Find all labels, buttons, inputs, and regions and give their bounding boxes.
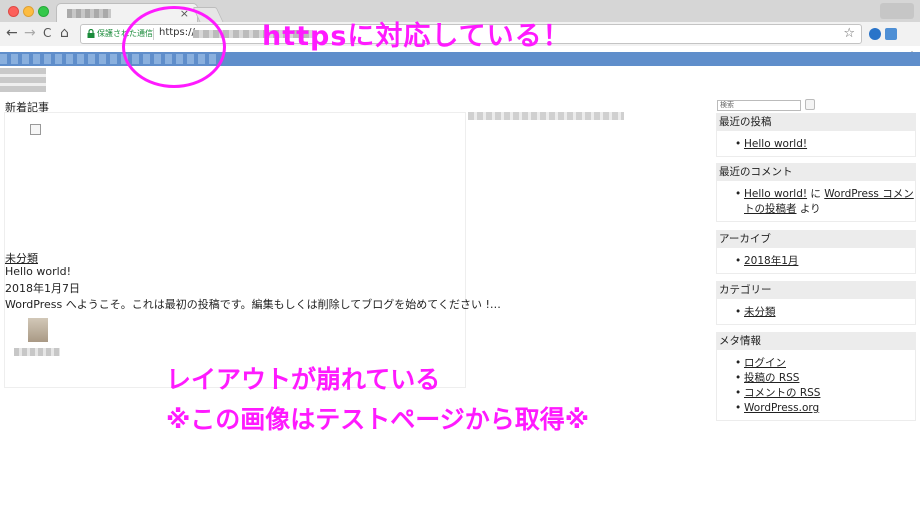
bookmark-star-icon[interactable]: ☆ [843,26,855,41]
reload-icon[interactable]: C [43,25,51,41]
annotation-circle [122,6,226,88]
maximize-window-button[interactable] [38,6,49,17]
list-item: 2018年1月 [735,254,915,269]
list-item: Hello world! [735,137,915,152]
extension-icon-2[interactable] [885,28,897,40]
author-name-blurred [14,348,60,356]
extension-icon[interactable] [869,28,881,40]
comment-connector: に [807,188,825,200]
login-link[interactable]: ログイン [744,357,786,369]
posts-rss-link[interactable]: 投稿の RSS [744,372,799,384]
categories-widget: カテゴリー 未分類 [716,281,916,325]
comment-post-link[interactable]: Hello world! [744,188,807,200]
list-item: Hello world! に WordPress コメントの投稿者 より [735,187,915,217]
test-page-annotation: ※この画像はテストページから取得※ [166,405,590,434]
recent-post-link[interactable]: Hello world! [744,138,807,150]
widget-title: カテゴリー [717,282,915,299]
profile-button[interactable] [880,3,914,19]
list-item: WordPress.org [735,401,915,416]
comments-rss-link[interactable]: コメントの RSS [744,387,820,399]
lock-icon [87,29,95,38]
list-item: ログイン [735,356,915,371]
widget-title: 最近のコメント [717,164,915,181]
minimize-window-button[interactable] [23,6,34,17]
archive-link[interactable]: 2018年1月 [744,255,798,267]
broken-image-icon [30,124,41,135]
recent-posts-widget: 最近の投稿 Hello world! [716,113,916,157]
widget-title: アーカイブ [717,231,915,248]
widget-title: 最近の投稿 [717,114,915,131]
category-link[interactable]: 未分類 [744,306,776,318]
post-excerpt: WordPress へようこそ。これは最初の投稿です。編集もしくは削除してブログ… [5,298,501,311]
site-title-blurred [0,68,46,92]
post-date: 2018年1月7日 [5,282,80,295]
search-button[interactable] [805,99,815,110]
blurred-text [468,112,624,120]
forward-icon[interactable]: → [24,25,36,41]
avatar [28,318,48,342]
post-card [4,112,466,388]
list-item: コメントの RSS [735,386,915,401]
home-icon[interactable]: ⌂ [60,25,69,41]
back-icon[interactable]: ← [6,25,18,41]
post-title[interactable]: Hello world! [5,265,71,278]
list-item: 未分類 [735,305,915,320]
list-item: 投稿の RSS [735,371,915,386]
meta-widget: メタ情報 ログイン 投稿の RSS コメントの RSS WordPress.or… [716,332,916,421]
widget-title: メタ情報 [717,333,915,350]
layout-broken-annotation: レイアウトが崩れている [166,365,441,394]
close-window-button[interactable] [8,6,19,17]
archives-widget: アーカイブ 2018年1月 [716,230,916,274]
search-input[interactable]: 検索 [717,100,801,111]
tab-title-blurred [67,9,111,18]
wordpress-org-link[interactable]: WordPress.org [744,402,819,414]
comment-suffix: より [796,203,821,215]
recent-comments-widget: 最近のコメント Hello world! に WordPress コメントの投稿… [716,163,916,222]
https-annotation: httpsに対応している！ [262,21,571,52]
post-category-link[interactable]: 未分類 [5,250,38,266]
